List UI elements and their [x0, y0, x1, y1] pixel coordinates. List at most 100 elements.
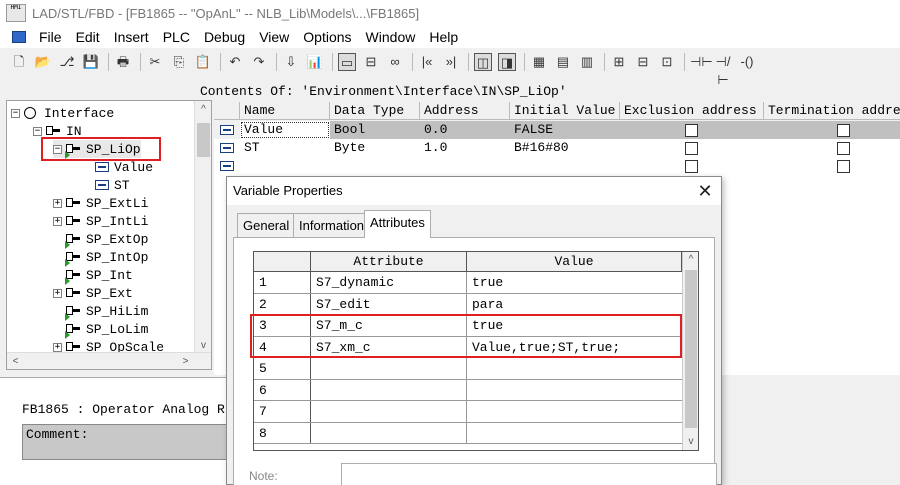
attribute-cell[interactable]: S7_dynamic — [311, 272, 467, 293]
save-icon[interactable]: 💾 — [82, 53, 100, 71]
menu-help[interactable]: Help — [422, 29, 465, 45]
cell-initial-value[interactable]: B#16#80 — [510, 139, 620, 157]
tree-item-sp-ext[interactable]: + SP_Ext — [53, 284, 133, 302]
column-value[interactable]: Value — [467, 252, 682, 272]
collapse-icon[interactable]: − — [33, 126, 42, 136]
column-initial-value[interactable]: Initial Value — [510, 102, 620, 120]
print-icon[interactable]: 🖶 — [114, 53, 132, 71]
menu-insert[interactable]: Insert — [107, 29, 156, 45]
selected-tool-icon[interactable]: ▭ — [338, 53, 356, 71]
expand-icon[interactable]: + — [53, 198, 62, 208]
paste-icon[interactable]: 📋 — [194, 53, 212, 71]
menu-plc[interactable]: PLC — [156, 29, 197, 45]
collapse-icon[interactable]: − — [11, 108, 20, 118]
scroll-down-icon[interactable]: v — [683, 434, 698, 450]
tree-item-st[interactable]: ST — [95, 176, 130, 194]
value-cell[interactable] — [467, 380, 682, 401]
next-icon[interactable]: »| — [442, 53, 460, 71]
view4-icon[interactable]: ▤ — [554, 53, 572, 71]
table-row[interactable] — [214, 157, 900, 175]
scroll-up-icon[interactable]: ^ — [683, 252, 698, 268]
tree-vertical-scrollbar[interactable]: ^ v — [194, 101, 211, 354]
table-row[interactable]: Value Bool 0.0 FALSE — [214, 121, 900, 139]
view5-icon[interactable]: ▥ — [578, 53, 596, 71]
tree-item-sp-int[interactable]: SP_Int — [53, 266, 133, 285]
prev-icon[interactable]: |« — [418, 53, 436, 71]
attribute-cell[interactable] — [311, 379, 467, 400]
view1-icon[interactable]: ◫ — [474, 53, 492, 71]
monitor-icon[interactable]: 📊 — [306, 53, 324, 71]
column-exclusion-address[interactable]: Exclusion address — [620, 102, 764, 120]
value-cell[interactable]: para — [467, 294, 682, 315]
menu-window[interactable]: Window — [359, 29, 423, 45]
attribute-cell[interactable] — [311, 422, 467, 443]
cell-name[interactable]: Value — [240, 121, 330, 139]
tree-item-interface[interactable]: − Interface — [11, 104, 114, 122]
note-field[interactable] — [341, 463, 717, 485]
redo-icon[interactable]: ↷ — [250, 53, 268, 71]
system-menu-icon[interactable] — [12, 31, 26, 43]
attribute-cell[interactable] — [311, 358, 467, 379]
column-termination-address[interactable]: Termination address — [764, 102, 900, 120]
scroll-right-icon[interactable]: > — [177, 353, 194, 369]
attribute-cell[interactable]: S7_edit — [311, 293, 467, 314]
copy-icon[interactable]: ⎘ — [170, 53, 188, 71]
cell-name[interactable] — [240, 157, 330, 175]
tree-horizontal-scrollbar[interactable]: < > — [7, 352, 211, 369]
table-row[interactable]: 2 S7_edit para — [254, 293, 682, 315]
scroll-up-icon[interactable]: ^ — [195, 101, 211, 118]
value-cell[interactable] — [467, 423, 682, 444]
tree-item-sp-lolim[interactable]: SP_LoLim — [53, 320, 148, 339]
value-cell[interactable]: true — [467, 272, 682, 293]
new-icon[interactable]: 🗋 — [10, 53, 28, 71]
exclusion-checkbox[interactable] — [685, 160, 698, 173]
scroll-left-icon[interactable]: < — [7, 353, 24, 369]
table-row[interactable]: ST Byte 1.0 B#16#80 — [214, 139, 900, 157]
coil-icon[interactable]: -() — [738, 53, 756, 71]
column-attribute[interactable]: Attribute — [311, 252, 467, 272]
expand-icon[interactable]: + — [53, 216, 62, 226]
menu-debug[interactable]: Debug — [197, 29, 252, 45]
termination-checkbox[interactable] — [837, 142, 850, 155]
tree-item-sp-intli[interactable]: + SP_IntLi — [53, 212, 148, 230]
column-data-type[interactable]: Data Type — [330, 102, 420, 120]
close-icon[interactable]: ✕ — [693, 179, 717, 203]
column-address[interactable]: Address — [420, 102, 510, 120]
tree-item-sp-hilim[interactable]: SP_HiLim — [53, 302, 148, 321]
tree-item-sp-extop[interactable]: SP_ExtOp — [53, 230, 148, 249]
attributes-vertical-scrollbar[interactable]: ^ v — [682, 252, 698, 450]
open-icon[interactable]: 📂 — [34, 53, 52, 71]
table-row[interactable]: 8 — [254, 422, 682, 444]
cut-icon[interactable]: ✂ — [146, 53, 164, 71]
download-icon[interactable]: ⇩ — [282, 53, 300, 71]
tree-item-sp-intop[interactable]: SP_IntOp — [53, 248, 148, 267]
table-row[interactable]: 6 — [254, 379, 682, 401]
cell-initial-value[interactable]: FALSE — [510, 121, 620, 139]
termination-checkbox[interactable] — [837, 124, 850, 137]
menu-edit[interactable]: Edit — [69, 29, 107, 45]
view3-icon[interactable]: ▦ — [530, 53, 548, 71]
table-row[interactable]: 1 S7_dynamic true — [254, 272, 682, 294]
ladder3-icon[interactable]: ⊡ — [658, 53, 676, 71]
cell-data-type[interactable]: Byte — [330, 139, 420, 157]
cell-data-type[interactable]: Bool — [330, 121, 420, 139]
column-name[interactable]: Name — [240, 102, 330, 120]
menu-options[interactable]: Options — [296, 29, 358, 45]
compare-icon[interactable]: ⊟ — [362, 53, 380, 71]
exclusion-checkbox[interactable] — [685, 124, 698, 137]
contact-no-icon[interactable]: ⊣⊢ — [690, 53, 713, 71]
cell-name[interactable]: ST — [240, 139, 330, 157]
glasses-icon[interactable]: ∞ — [386, 53, 404, 71]
tab-general[interactable]: General — [237, 213, 296, 237]
tab-attributes[interactable]: Attributes — [364, 210, 431, 238]
table-row[interactable]: 5 — [254, 358, 682, 380]
tree-item-sp-extli[interactable]: + SP_ExtLi — [53, 194, 148, 212]
menu-view[interactable]: View — [252, 29, 296, 45]
table-row[interactable]: 7 — [254, 401, 682, 423]
menu-file[interactable]: File — [32, 29, 69, 45]
undo-icon[interactable]: ↶ — [226, 53, 244, 71]
ladder2-icon[interactable]: ⊟ — [634, 53, 652, 71]
expand-icon[interactable]: + — [53, 288, 62, 298]
network-icon[interactable]: ⎇ — [58, 53, 76, 71]
value-cell[interactable] — [467, 401, 682, 422]
